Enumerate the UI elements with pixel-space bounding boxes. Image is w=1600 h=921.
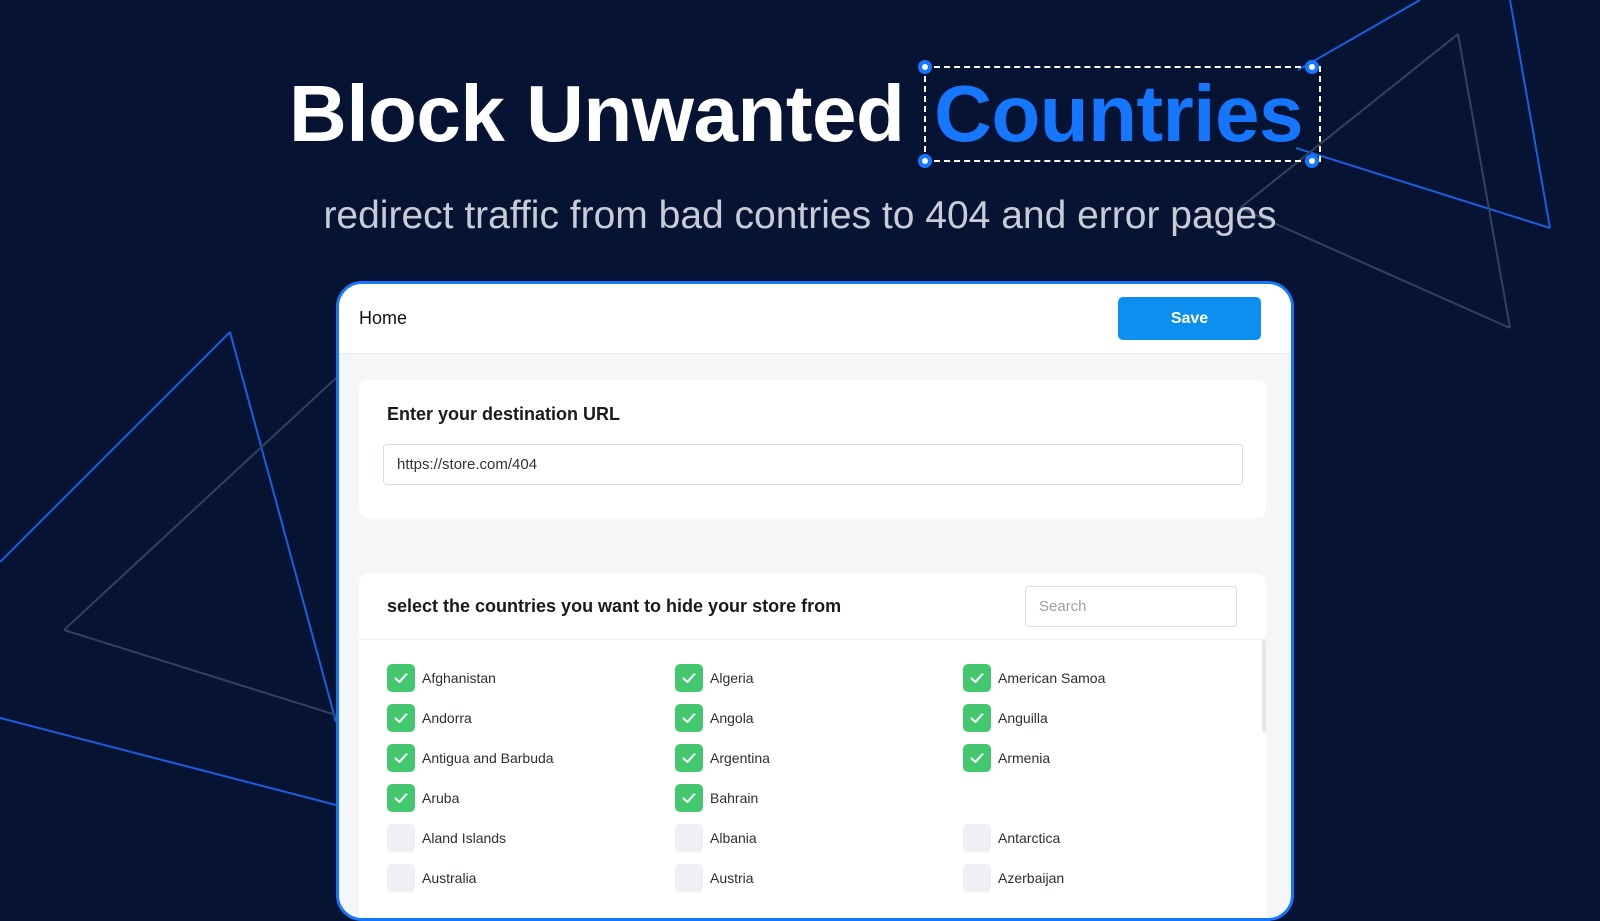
save-button[interactable]: Save [1118,297,1261,340]
country-item[interactable]: Austria [675,864,963,892]
country-checkbox[interactable] [387,824,415,852]
hero-title: Block Unwanted Countries [0,60,1600,168]
country-checkbox[interactable] [675,784,703,812]
country-checkbox[interactable] [387,744,415,772]
check-icon [394,753,408,764]
country-label: Bahrain [710,790,759,806]
check-icon [394,793,408,804]
country-checkbox[interactable] [675,824,703,852]
country-search-input[interactable] [1025,586,1237,627]
country-item[interactable]: Antarctica [963,824,1251,852]
country-label: Azerbaijan [998,870,1065,886]
country-item[interactable]: Antigua and Barbuda [387,744,675,772]
resize-handle-top-left [918,60,933,74]
country-item[interactable]: Albania [675,824,963,852]
resize-handle-bottom-left [918,154,933,168]
check-icon [394,713,408,724]
check-icon [970,753,984,764]
country-label: Australia [422,870,477,886]
home-link[interactable]: Home [359,308,407,329]
country-label: American Samoa [998,670,1106,686]
country-item[interactable]: Australia [387,864,675,892]
check-icon [970,673,984,684]
country-label: Aland Islands [422,830,507,846]
country-item[interactable]: Angola [675,704,963,732]
country-label: Anguilla [998,710,1048,726]
destination-url-title: Enter your destination URL [387,404,621,424]
countries-card-header: select the countries you want to hide yo… [359,574,1266,640]
country-item[interactable]: American Samoa [963,664,1251,692]
hero-title-main: Block Unwanted [289,69,905,158]
country-checkbox[interactable] [387,784,415,812]
countries-card: select the countries you want to hide yo… [359,574,1266,918]
country-label: Argentina [710,750,770,766]
country-item[interactable]: Aland Islands [387,824,675,852]
country-label: Angola [710,710,754,726]
hero-title-accent-text: Countries [934,69,1303,158]
app-header: Home Save [339,284,1291,354]
country-checkbox[interactable] [675,744,703,772]
country-label: Algeria [710,670,754,686]
country-label: Andorra [422,710,472,726]
country-label: Austria [710,870,754,886]
country-item[interactable]: Anguilla [963,704,1251,732]
country-label: Antarctica [998,830,1061,846]
resize-handle-top-right [1304,60,1319,74]
check-icon [682,793,696,804]
check-icon [682,673,696,684]
country-checkbox[interactable] [963,704,991,732]
check-icon [970,713,984,724]
country-label: Antigua and Barbuda [422,750,554,766]
check-icon [682,713,696,724]
country-item[interactable]: Afghanistan [387,664,675,692]
destination-url-input[interactable] [383,444,1243,485]
destination-url-card: Enter your destination URL [359,380,1266,518]
country-item [963,784,1251,812]
country-checkbox[interactable] [675,864,703,892]
country-item[interactable]: Andorra [387,704,675,732]
countries-grid: Afghanistan Algeria American Samoa Andorra A… [387,664,1257,892]
country-item[interactable]: Azerbaijan [963,864,1251,892]
countries-scrollbar[interactable] [1262,640,1266,732]
country-checkbox[interactable] [963,664,991,692]
country-label: Armenia [998,750,1051,766]
country-item[interactable]: Bahrain [675,784,963,812]
country-label: Afghanistan [422,670,496,686]
country-label: Aruba [422,790,460,806]
country-item[interactable]: Argentina [675,744,963,772]
country-checkbox[interactable] [963,744,991,772]
countries-title: select the countries you want to hide yo… [387,596,842,616]
country-item[interactable]: Armenia [963,744,1251,772]
check-icon [394,673,408,684]
hero-subtitle: redirect traffic from bad contries to 40… [323,194,1277,237]
country-item[interactable]: Algeria [675,664,963,692]
country-checkbox[interactable] [963,824,991,852]
country-checkbox[interactable] [675,704,703,732]
check-icon [682,753,696,764]
app-window: Home Save Enter your destination URL sel… [336,281,1294,921]
country-checkbox[interactable] [387,704,415,732]
country-item[interactable]: Aruba [387,784,675,812]
country-label: Albania [710,830,757,846]
resize-handle-bottom-right [1304,154,1319,168]
country-checkbox[interactable] [387,864,415,892]
country-checkbox[interactable] [963,864,991,892]
country-checkbox[interactable] [675,664,703,692]
country-checkbox[interactable] [387,664,415,692]
hero-title-accent: Countries [918,60,1321,168]
